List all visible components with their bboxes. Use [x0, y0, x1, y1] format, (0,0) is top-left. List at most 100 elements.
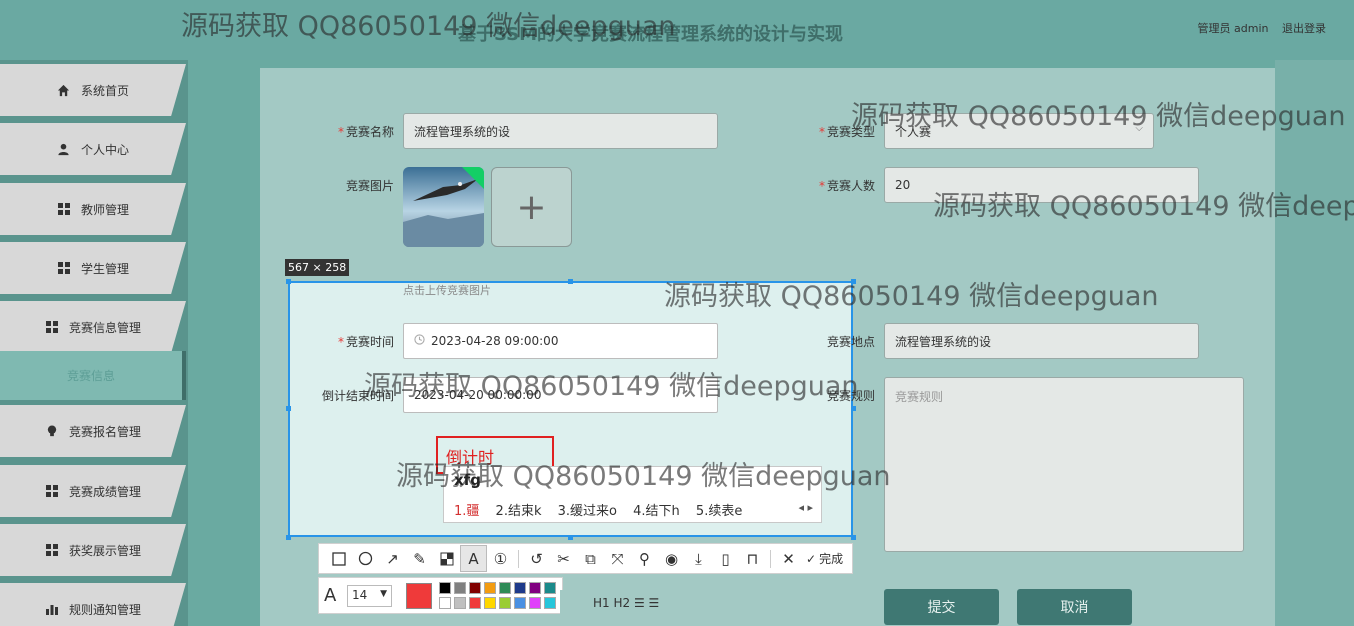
competition-rules-label: 竞赛规则: [826, 389, 875, 403]
editor-heading-buttons[interactable]: H1 H2 ☰ ☰: [593, 596, 659, 610]
record-icon[interactable]: ◉: [658, 545, 685, 572]
pen-tool-icon[interactable]: ✎: [406, 545, 433, 572]
ime-composition: xfg: [454, 471, 481, 489]
sidebar-item-label: 竞赛信息: [66, 369, 115, 383]
competition-type-select[interactable]: 个人赛 ⌵: [884, 113, 1154, 149]
font-size-value: 14: [352, 588, 368, 602]
undo-icon[interactable]: ↺: [523, 545, 550, 572]
bookmark-icon[interactable]: ⊓: [739, 545, 766, 572]
color-swatch[interactable]: [514, 597, 526, 609]
selection-handle[interactable]: [851, 279, 856, 284]
done-label: 完成: [819, 552, 844, 566]
sidebar-item-award-management[interactable]: 获奖展示管理: [0, 524, 186, 576]
ime-candidate[interactable]: 3.缓过来o: [558, 504, 617, 519]
competition-name-field[interactable]: 流程管理系统的设: [403, 113, 718, 149]
competition-rules-textarea[interactable]: 竞赛规则: [884, 377, 1244, 552]
user-icon: [57, 142, 71, 156]
competition-type-value: 个人赛: [895, 124, 932, 139]
mosaic-tool-icon[interactable]: [433, 545, 460, 572]
sidebar-item-student-management[interactable]: 学生管理: [0, 242, 186, 294]
ime-page-nav[interactable]: ◂ ▸: [798, 501, 813, 514]
color-swatch[interactable]: [469, 597, 481, 609]
rich-editor-toolbar: H1 H2 ☰ ☰: [560, 590, 767, 626]
competition-time-field[interactable]: 2023-04-28 09:00:00: [403, 323, 718, 359]
ime-candidate[interactable]: 5.续表e: [696, 504, 742, 519]
admin-label: 管理员 admin: [1197, 22, 1269, 35]
competition-image-thumbnail[interactable]: [403, 167, 484, 247]
ocr-icon[interactable]: ⧉: [577, 545, 604, 572]
competition-time-value: 2023-04-28 09:00:00: [431, 334, 559, 348]
ellipse-tool-icon[interactable]: [352, 545, 379, 572]
color-swatch[interactable]: [439, 597, 451, 609]
countdown-end-label: 倒计结束时间: [321, 389, 394, 403]
text-style-panel: A 14 ▼: [318, 577, 563, 614]
ime-candidate[interactable]: 4.结下h: [633, 504, 680, 519]
selection-size-label: 567 × 258: [285, 259, 350, 276]
sidebar-item-label: 学生管理: [80, 261, 129, 276]
current-color-swatch[interactable]: [406, 583, 432, 609]
competition-place-field[interactable]: 流程管理系统的设: [884, 323, 1199, 359]
number-marker-tool-icon[interactable]: ①: [487, 545, 514, 572]
close-icon[interactable]: ✕: [775, 545, 802, 572]
color-swatch[interactable]: [484, 597, 496, 609]
font-size-select[interactable]: 14 ▼: [347, 585, 392, 607]
rectangle-tool-icon[interactable]: [325, 545, 352, 572]
color-swatch[interactable]: [454, 582, 466, 594]
image-upload-hint: 点击上传竞赛图片: [403, 284, 491, 297]
header-user-area: 管理员 admin 退出登录: [1188, 20, 1326, 36]
pin-icon[interactable]: ⚲: [631, 545, 658, 572]
submit-button[interactable]: 提交: [884, 589, 999, 625]
color-swatch[interactable]: [544, 582, 556, 594]
long-screenshot-icon[interactable]: ▯: [712, 545, 739, 572]
color-swatch[interactable]: [499, 597, 511, 609]
selection-handle[interactable]: [851, 406, 856, 411]
bar-chart-icon: [45, 602, 59, 616]
grid-icon: [57, 202, 71, 216]
sidebar-item-registration-management[interactable]: 竞赛报名管理: [0, 405, 186, 457]
sidebar-item-teacher-management[interactable]: 教师管理: [0, 183, 186, 235]
selection-handle[interactable]: [568, 535, 573, 540]
sidebar-item-label: 个人中心: [80, 142, 129, 157]
cancel-button[interactable]: 取消: [1017, 589, 1132, 625]
sidebar-item-home[interactable]: 系统首页: [0, 64, 186, 116]
logout-link[interactable]: 退出登录: [1282, 22, 1326, 35]
sidebar-item-competition-info-management[interactable]: 竞赛信息管理: [0, 301, 186, 353]
arrow-tool-icon[interactable]: ↗: [379, 545, 406, 572]
sidebar-item-label: 竞赛成绩管理: [68, 484, 141, 499]
add-image-button[interactable]: +: [491, 167, 572, 247]
translate-icon[interactable]: ⤧: [604, 545, 631, 572]
color-swatch[interactable]: [529, 582, 541, 594]
selection-handle[interactable]: [286, 279, 291, 284]
color-swatch[interactable]: [499, 582, 511, 594]
top-header: 基于SSM的大学竞赛流程管理系统的设计与实现 管理员 admin 退出登录: [0, 0, 1354, 60]
color-swatch[interactable]: [544, 597, 556, 609]
color-swatch[interactable]: [439, 582, 451, 594]
color-swatch[interactable]: [469, 582, 481, 594]
selection-handle[interactable]: [286, 406, 291, 411]
scissors-icon[interactable]: ✂: [550, 545, 577, 572]
grid-icon: [45, 320, 59, 334]
sidebar-item-personal-center[interactable]: 个人中心: [0, 123, 186, 175]
done-button[interactable]: ✓ 完成: [806, 550, 843, 567]
competition-place-label: 竞赛地点: [826, 335, 875, 349]
text-tool-icon[interactable]: A: [460, 545, 487, 572]
sidebar: 系统首页 个人中心 教师管理 学生管理 竞赛信息管理 竞赛信息 竞赛报名管理 竞…: [0, 60, 188, 626]
sidebar-item-rules-notice-management[interactable]: 规则通知管理: [0, 583, 186, 626]
ime-candidate[interactable]: 2.结束k: [496, 504, 542, 519]
participant-count-label: * 竞赛人数: [818, 179, 875, 193]
ime-candidate[interactable]: 1.疆: [454, 504, 479, 519]
color-swatch[interactable]: [529, 597, 541, 609]
color-swatch[interactable]: [454, 597, 466, 609]
selection-handle[interactable]: [286, 535, 291, 540]
selection-handle[interactable]: [568, 279, 573, 284]
download-icon[interactable]: ⤓: [685, 545, 712, 572]
uploaded-check-icon: [462, 167, 484, 189]
sidebar-subitem-competition-info[interactable]: 竞赛信息: [0, 351, 186, 400]
color-swatch[interactable]: [484, 582, 496, 594]
sidebar-item-score-management[interactable]: 竞赛成绩管理: [0, 465, 186, 517]
participant-count-field[interactable]: 20: [884, 167, 1199, 203]
selection-handle[interactable]: [851, 535, 856, 540]
countdown-end-field[interactable]: 2023-04-20 00:00:00: [403, 377, 718, 413]
color-swatch[interactable]: [514, 582, 526, 594]
competition-type-label: * 竞赛类型: [818, 125, 875, 139]
